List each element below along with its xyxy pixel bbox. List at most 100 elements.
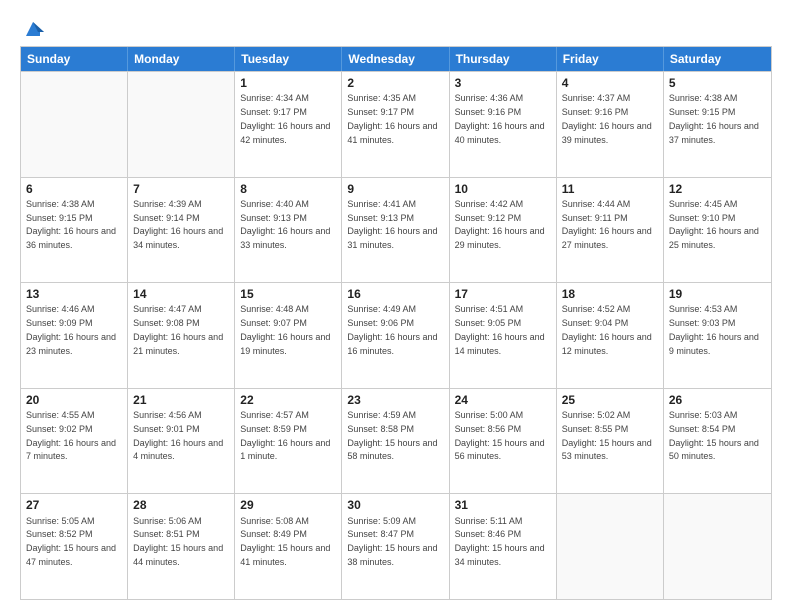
calendar-cell: 10 Sunrise: 4:42 AM Sunset: 9:12 PM Dayli… — [450, 178, 557, 283]
day-info: Sunrise: 4:52 AM Sunset: 9:04 PM Dayligh… — [562, 304, 652, 355]
day-number: 30 — [347, 497, 443, 513]
day-info: Sunrise: 4:37 AM Sunset: 9:16 PM Dayligh… — [562, 93, 652, 144]
day-number: 2 — [347, 75, 443, 91]
calendar-cell: 24 Sunrise: 5:00 AM Sunset: 8:56 PM Dayli… — [450, 389, 557, 494]
calendar-cell: 22 Sunrise: 4:57 AM Sunset: 8:59 PM Dayli… — [235, 389, 342, 494]
day-info: Sunrise: 4:36 AM Sunset: 9:16 PM Dayligh… — [455, 93, 545, 144]
day-number: 28 — [133, 497, 229, 513]
day-info: Sunrise: 4:49 AM Sunset: 9:06 PM Dayligh… — [347, 304, 437, 355]
calendar: SundayMondayTuesdayWednesdayThursdayFrid… — [20, 46, 772, 600]
day-info: Sunrise: 5:06 AM Sunset: 8:51 PM Dayligh… — [133, 516, 223, 567]
page: SundayMondayTuesdayWednesdayThursdayFrid… — [0, 0, 792, 612]
calendar-cell: 17Sunrise: 4:51 AM Sunset: 9:05 PM Dayli… — [450, 283, 557, 388]
day-info: Sunrise: 4:53 AM Sunset: 9:03 PM Dayligh… — [669, 304, 759, 355]
calendar-cell: 18 Sunrise: 4:52 AM Sunset: 9:04 PM Dayli… — [557, 283, 664, 388]
day-info: Sunrise: 5:09 AM Sunset: 8:47 PM Dayligh… — [347, 516, 437, 567]
calendar-cell: 20 Sunrise: 4:55 AM Sunset: 9:02 PM Dayli… — [21, 389, 128, 494]
day-number: 26 — [669, 392, 766, 408]
calendar-cell: 25 Sunrise: 5:02 AM Sunset: 8:55 PM Dayli… — [557, 389, 664, 494]
calendar-cell: 16 Sunrise: 4:49 AM Sunset: 9:06 PM Dayli… — [342, 283, 449, 388]
calendar-week-3: 13 Sunrise: 4:46 AM Sunset: 9:09 PM Dayli… — [21, 282, 771, 388]
day-header-sunday: Sunday — [21, 47, 128, 71]
day-number: 18 — [562, 286, 658, 302]
day-number: 7 — [133, 181, 229, 197]
day-number: 3 — [455, 75, 551, 91]
day-number: 21 — [133, 392, 229, 408]
day-number: 19 — [669, 286, 766, 302]
day-info: Sunrise: 5:08 AM Sunset: 8:49 PM Dayligh… — [240, 516, 330, 567]
day-info: Sunrise: 4:38 AM Sunset: 9:15 PM Dayligh… — [669, 93, 759, 144]
calendar-body: 1 Sunrise: 4:34 AM Sunset: 9:17 PM Daylig… — [21, 71, 771, 599]
calendar-cell: 29 Sunrise: 5:08 AM Sunset: 8:49 PM Dayli… — [235, 494, 342, 599]
day-info: Sunrise: 4:57 AM Sunset: 8:59 PM Dayligh… — [240, 410, 330, 461]
day-header-tuesday: Tuesday — [235, 47, 342, 71]
calendar-cell: 1 Sunrise: 4:34 AM Sunset: 9:17 PM Daylig… — [235, 72, 342, 177]
day-number: 13 — [26, 286, 122, 302]
day-number: 22 — [240, 392, 336, 408]
day-info: Sunrise: 4:39 AM Sunset: 9:14 PM Dayligh… — [133, 199, 223, 250]
day-number: 5 — [669, 75, 766, 91]
calendar-cell: 8Sunrise: 4:40 AM Sunset: 9:13 PM Daylig… — [235, 178, 342, 283]
day-header-friday: Friday — [557, 47, 664, 71]
day-info: Sunrise: 4:44 AM Sunset: 9:11 PM Dayligh… — [562, 199, 652, 250]
day-info: Sunrise: 5:05 AM Sunset: 8:52 PM Dayligh… — [26, 516, 116, 567]
day-number: 23 — [347, 392, 443, 408]
day-number: 9 — [347, 181, 443, 197]
day-header-thursday: Thursday — [450, 47, 557, 71]
day-info: Sunrise: 4:42 AM Sunset: 9:12 PM Dayligh… — [455, 199, 545, 250]
calendar-cell: 21Sunrise: 4:56 AM Sunset: 9:01 PM Dayli… — [128, 389, 235, 494]
calendar-cell: 12Sunrise: 4:45 AM Sunset: 9:10 PM Dayli… — [664, 178, 771, 283]
day-number: 16 — [347, 286, 443, 302]
day-number: 20 — [26, 392, 122, 408]
calendar-cell: 7 Sunrise: 4:39 AM Sunset: 9:14 PM Daylig… — [128, 178, 235, 283]
day-number: 4 — [562, 75, 658, 91]
day-info: Sunrise: 4:47 AM Sunset: 9:08 PM Dayligh… — [133, 304, 223, 355]
calendar-cell — [128, 72, 235, 177]
day-number: 10 — [455, 181, 551, 197]
day-info: Sunrise: 5:03 AM Sunset: 8:54 PM Dayligh… — [669, 410, 759, 461]
header — [20, 18, 772, 36]
calendar-week-2: 6 Sunrise: 4:38 AM Sunset: 9:15 PM Daylig… — [21, 177, 771, 283]
day-info: Sunrise: 4:55 AM Sunset: 9:02 PM Dayligh… — [26, 410, 116, 461]
day-header-monday: Monday — [128, 47, 235, 71]
day-number: 6 — [26, 181, 122, 197]
calendar-cell: 26 Sunrise: 5:03 AM Sunset: 8:54 PM Dayli… — [664, 389, 771, 494]
calendar-cell: 11Sunrise: 4:44 AM Sunset: 9:11 PM Dayli… — [557, 178, 664, 283]
day-info: Sunrise: 4:40 AM Sunset: 9:13 PM Dayligh… — [240, 199, 330, 250]
calendar-cell: 14Sunrise: 4:47 AM Sunset: 9:08 PM Dayli… — [128, 283, 235, 388]
logo — [20, 18, 44, 36]
calendar-cell: 2 Sunrise: 4:35 AM Sunset: 9:17 PM Daylig… — [342, 72, 449, 177]
day-header-saturday: Saturday — [664, 47, 771, 71]
calendar-cell — [664, 494, 771, 599]
day-header-wednesday: Wednesday — [342, 47, 449, 71]
calendar-cell: 23 Sunrise: 4:59 AM Sunset: 8:58 PM Dayli… — [342, 389, 449, 494]
day-info: Sunrise: 4:34 AM Sunset: 9:17 PM Dayligh… — [240, 93, 330, 144]
day-number: 1 — [240, 75, 336, 91]
calendar-week-1: 1 Sunrise: 4:34 AM Sunset: 9:17 PM Daylig… — [21, 71, 771, 177]
calendar-cell — [557, 494, 664, 599]
day-number: 31 — [455, 497, 551, 513]
calendar-cell: 15Sunrise: 4:48 AM Sunset: 9:07 PM Dayli… — [235, 283, 342, 388]
calendar-cell: 31 Sunrise: 5:11 AM Sunset: 8:46 PM Dayli… — [450, 494, 557, 599]
calendar-cell: 27 Sunrise: 5:05 AM Sunset: 8:52 PM Dayli… — [21, 494, 128, 599]
calendar-week-4: 20 Sunrise: 4:55 AM Sunset: 9:02 PM Dayli… — [21, 388, 771, 494]
calendar-cell: 9 Sunrise: 4:41 AM Sunset: 9:13 PM Daylig… — [342, 178, 449, 283]
day-number: 17 — [455, 286, 551, 302]
day-info: Sunrise: 4:46 AM Sunset: 9:09 PM Dayligh… — [26, 304, 116, 355]
calendar-cell — [21, 72, 128, 177]
calendar-header: SundayMondayTuesdayWednesdayThursdayFrid… — [21, 47, 771, 71]
day-number: 25 — [562, 392, 658, 408]
day-info: Sunrise: 5:11 AM Sunset: 8:46 PM Dayligh… — [455, 516, 545, 567]
calendar-cell: 6 Sunrise: 4:38 AM Sunset: 9:15 PM Daylig… — [21, 178, 128, 283]
day-info: Sunrise: 5:02 AM Sunset: 8:55 PM Dayligh… — [562, 410, 652, 461]
day-info: Sunrise: 4:59 AM Sunset: 8:58 PM Dayligh… — [347, 410, 437, 461]
day-info: Sunrise: 5:00 AM Sunset: 8:56 PM Dayligh… — [455, 410, 545, 461]
day-info: Sunrise: 4:41 AM Sunset: 9:13 PM Dayligh… — [347, 199, 437, 250]
calendar-cell: 4 Sunrise: 4:37 AM Sunset: 9:16 PM Daylig… — [557, 72, 664, 177]
day-number: 27 — [26, 497, 122, 513]
calendar-week-5: 27 Sunrise: 5:05 AM Sunset: 8:52 PM Dayli… — [21, 493, 771, 599]
day-info: Sunrise: 4:38 AM Sunset: 9:15 PM Dayligh… — [26, 199, 116, 250]
day-number: 24 — [455, 392, 551, 408]
day-number: 29 — [240, 497, 336, 513]
day-info: Sunrise: 4:35 AM Sunset: 9:17 PM Dayligh… — [347, 93, 437, 144]
